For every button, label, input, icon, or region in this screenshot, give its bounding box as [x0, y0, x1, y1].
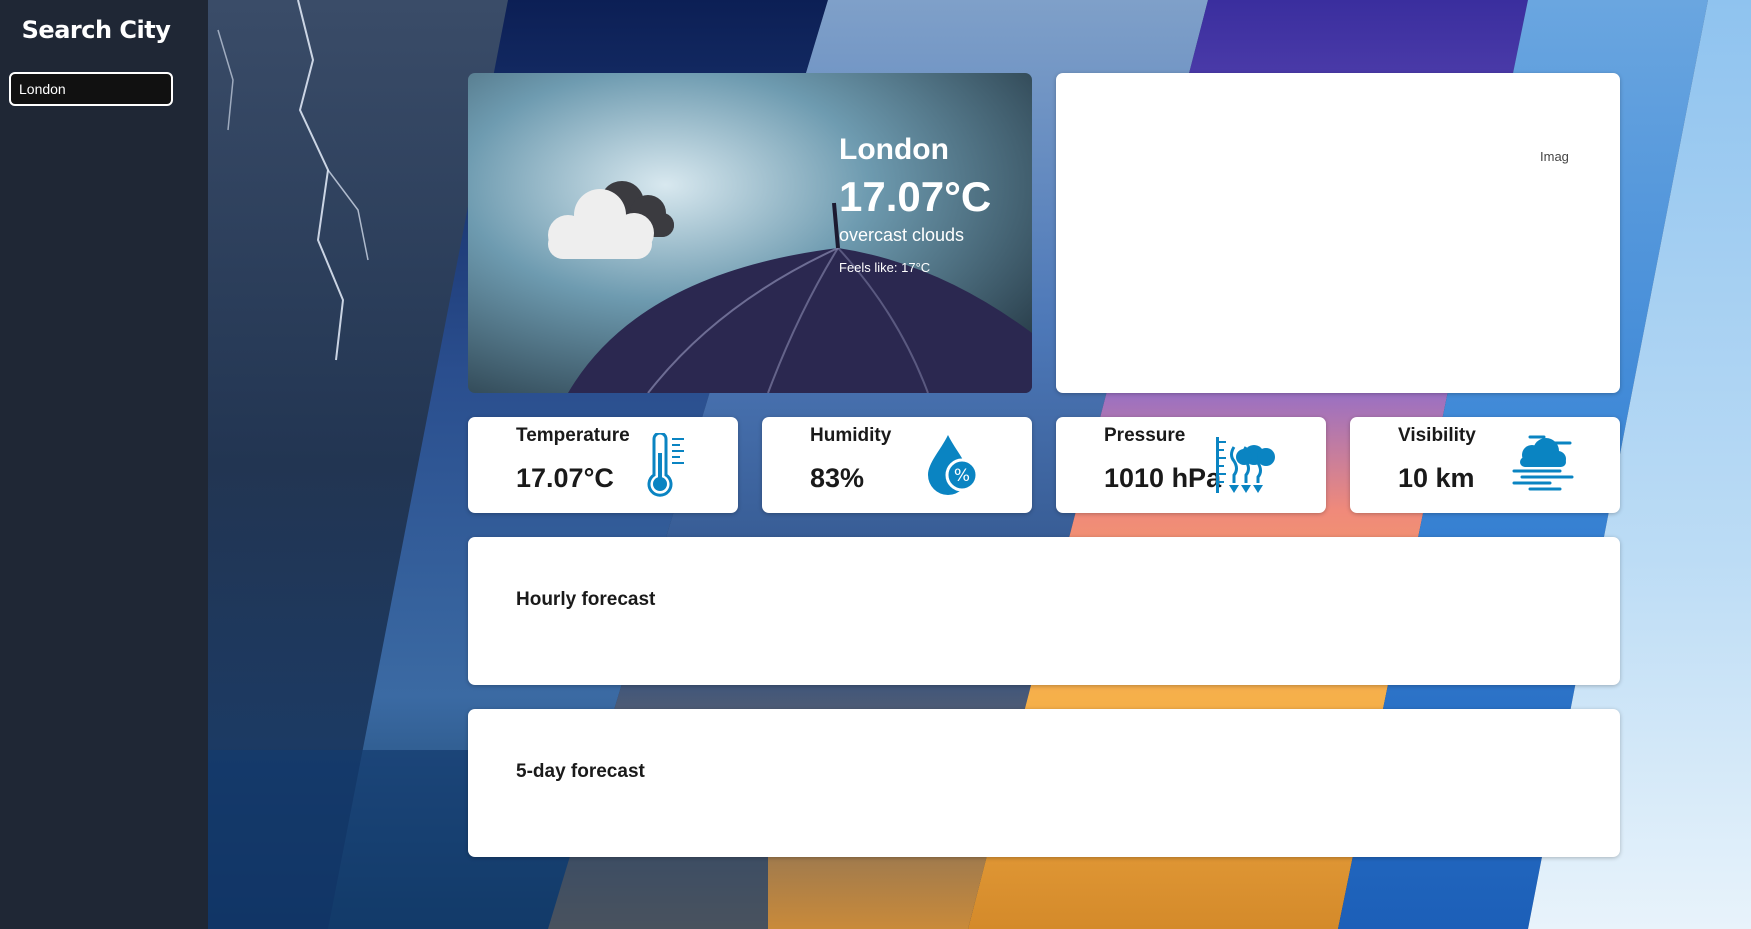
daily-forecast-title: 5-day forecast — [516, 761, 645, 782]
hourly-forecast-title: Hourly forecast — [516, 589, 656, 610]
pressure-value: 1010 hPa — [1104, 463, 1222, 493]
broken-image: Imag — [1540, 149, 1569, 164]
visibility-label: Visibility — [1398, 425, 1476, 446]
humidity-value: 83% — [810, 463, 865, 493]
hourly-forecast-card: Hourly forecast — [468, 537, 1620, 685]
current-weather-card: London 17.07°C overcast clouds Feels lik… — [468, 73, 1032, 393]
pressure-card: Pressure 1010 hPa — [1056, 417, 1326, 513]
visibility-card: Visibility 10 km — [1350, 417, 1620, 513]
visibility-value: 10 km — [1398, 463, 1475, 493]
svg-text:%: % — [954, 466, 970, 486]
thermometer-icon — [647, 433, 684, 497]
feels-like: Feels like: 17°C — [839, 260, 931, 275]
temperature-label: Temperature — [516, 425, 630, 446]
city-name: London — [839, 133, 949, 166]
weather-description: overcast clouds — [839, 225, 965, 245]
sidebar: Search City — [0, 0, 208, 929]
current-temperature: 17.07°C — [839, 173, 992, 220]
visibility-fog-icon — [1512, 435, 1574, 491]
humidity-card: Humidity 83% % — [762, 417, 1032, 513]
pressure-icon — [1216, 437, 1275, 493]
broken-image-alt-text: Imag — [1540, 149, 1569, 164]
map-card: Imag — [1056, 73, 1620, 393]
city-search-input[interactable] — [9, 72, 173, 106]
overcast-clouds-icon — [548, 181, 674, 259]
pressure-label: Pressure — [1104, 425, 1186, 446]
humidity-drop-icon: % — [928, 435, 979, 495]
temperature-card: Temperature 17.07°C — [468, 417, 738, 513]
humidity-label: Humidity — [810, 425, 892, 446]
temperature-value: 17.07°C — [516, 463, 614, 493]
daily-forecast-card: 5-day forecast — [468, 709, 1620, 857]
search-title: Search City — [21, 16, 171, 44]
